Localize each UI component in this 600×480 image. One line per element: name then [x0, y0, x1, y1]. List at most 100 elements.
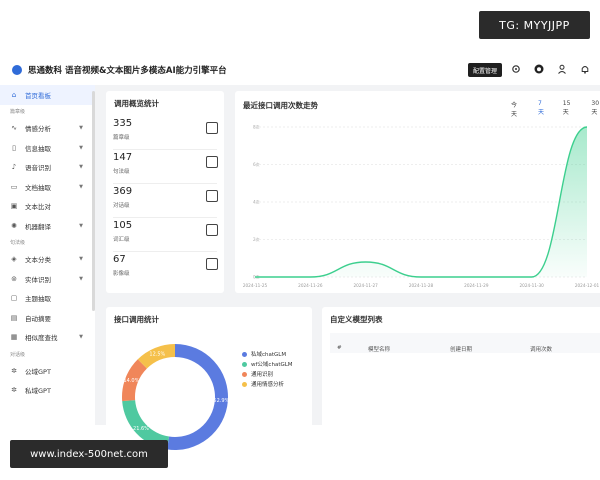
brand-title: 思通数科 语音视频&文本图片多模态AI能力引擎平台	[28, 66, 227, 76]
config-tooltip: 配置管理	[468, 63, 503, 77]
table-column-header[interactable]: #	[337, 345, 342, 351]
chevron-down-icon: ▼	[79, 222, 83, 229]
sidebar-item[interactable]: ▦ 相似度查找 ▼	[0, 328, 95, 348]
sidebar-item[interactable]: ✺ 机器翻译 ▼	[0, 216, 95, 236]
stat-divider	[113, 149, 217, 150]
top-bar: 思通数科 语音视频&文本图片多模态AI能力引擎平台 配置管理	[0, 55, 600, 85]
tag-icon	[206, 224, 218, 236]
app-window: 思通数科 语音视频&文本图片多模态AI能力引擎平台 配置管理 ⌂ 首页看板篇章级 ∿…	[0, 55, 600, 425]
stat-label: 词汇级	[113, 237, 130, 243]
y-tick-label: 8次	[253, 124, 260, 130]
sidebar-item-label: 公域GPT	[25, 367, 51, 376]
sidebar-item[interactable]: ▭ 文档抽取 ▼	[0, 177, 95, 197]
sidebar-item-label: 私域GPT	[25, 387, 51, 396]
stat-item: 369 对话级	[106, 186, 224, 221]
x-tick-label: 2024-11-26	[298, 283, 323, 288]
user-icon[interactable]	[557, 64, 567, 74]
summary-icon: ▤	[10, 313, 18, 322]
stat-item: 105 词汇级	[106, 220, 224, 255]
table-column-header[interactable]: 模型名称	[368, 345, 390, 353]
grid-icon: ▦	[10, 333, 18, 342]
sidebar-item-label: 情感分析	[25, 125, 51, 134]
sidebar-item[interactable]: ◈ 文本分类 ▼	[0, 250, 95, 270]
overview-card: 调用概览统计 335 篇章级 147 句法级 369 对话级 105 词汇级 67 影像级	[106, 91, 224, 293]
legend-item[interactable]: 私域chatGLM	[242, 349, 293, 359]
tg-watermark: TG: MYYJJPP	[479, 11, 590, 39]
table-column-header[interactable]: 创建日期	[450, 345, 472, 353]
legend-dot	[242, 351, 247, 357]
tag-icon: ⊚	[11, 274, 17, 283]
y-tick-label: 2次	[253, 236, 260, 242]
trend-card: 最近接口调用次数走势 今天 7天 15天 30天 8次 6次 4次 2次 0次 2024-11-…	[235, 91, 600, 293]
sidebar-item[interactable]: ▯ 信息抽取 ▼	[0, 138, 95, 158]
screenshot-page: 思通数科 语音视频&文本图片多模态AI能力引擎平台 配置管理 ⌂ 首页看板篇章级 ∿…	[0, 0, 600, 480]
sidebar-item-label: 文本比对	[25, 203, 51, 212]
legend-dot	[242, 371, 247, 377]
sidebar-item-label: 信息抽取	[25, 144, 51, 153]
custom-models-title: 自定义模型列表	[330, 315, 383, 324]
stat-divider	[113, 251, 217, 252]
x-tick-label: 2024-12-01	[575, 283, 600, 288]
custom-models-card: 自定义模型列表	[322, 307, 600, 425]
pulse-icon: ∿	[11, 124, 17, 133]
sidebar-group-label: 句法级	[10, 240, 26, 246]
chevron-down-icon: ▼	[79, 183, 83, 190]
legend-dot	[242, 381, 247, 387]
bell-icon[interactable]	[580, 64, 590, 74]
legend-item[interactable]: 通用情感分析	[242, 379, 293, 389]
stat-label: 篇章级	[113, 135, 130, 141]
sidebar-group-label: 对话级	[10, 351, 26, 358]
sidebar-item[interactable]: ⊚ 实体识别 ▼	[0, 269, 95, 289]
table-column-header[interactable]: 调用次数	[530, 345, 552, 353]
sidebar-item-label: 机器翻译	[25, 222, 51, 231]
legend-label: wf公域chatGLM	[251, 362, 293, 368]
y-tick-label: 4次	[253, 199, 260, 205]
doc-icon: ▭	[10, 182, 18, 191]
stat-label: 影像级	[113, 271, 130, 277]
sidebar-item-label: 首页看板	[25, 91, 51, 100]
x-tick-label: 2024-11-29	[464, 283, 489, 288]
sidebar-item-label: 相似度查找	[25, 334, 58, 343]
stat-item: 147 句法级	[106, 152, 224, 187]
legend-item[interactable]: 通用识别	[242, 369, 293, 379]
sidebar-item[interactable]: ✲ 公域GPT	[0, 361, 95, 381]
legend-label: 通用情感分析	[251, 382, 285, 388]
chevron-down-icon: ▼	[79, 144, 83, 151]
sidebar-scrollbar[interactable]	[92, 91, 95, 311]
sidebar-item-label: 语音识别	[25, 164, 51, 173]
sidebar-item[interactable]: ▤ 自动摘要	[0, 308, 95, 328]
sidebar-item[interactable]: ▢ 主题抽取	[0, 289, 95, 309]
chevron-down-icon: ▼	[79, 164, 83, 171]
stat-label: 句法级	[113, 169, 130, 175]
chat-icon	[206, 190, 218, 202]
sidebar-item[interactable]: ✲ 私域GPT	[0, 381, 95, 401]
sidebar-item-label: 文本分类	[25, 256, 51, 265]
file-icon	[206, 156, 218, 168]
settings-gear-icon[interactable]	[511, 64, 521, 74]
trend-chart: 8次6次4次2次0次2024-11-25 2024-11-26 2024-11-27…	[243, 124, 600, 289]
brand-logo-icon	[12, 65, 22, 75]
layers-icon: ◈	[11, 255, 17, 264]
sidebar-group-label: 篇章级	[10, 109, 26, 115]
cube-icon: ▢	[10, 294, 18, 303]
x-tick-label: 2024-11-28	[409, 283, 434, 288]
sidebar-item[interactable]: ▣ 文本比对	[0, 197, 95, 217]
legend-label: 私域chatGLM	[251, 352, 287, 358]
stat-item: 67 影像级	[106, 254, 224, 289]
stat-value: 369	[113, 186, 133, 197]
chevron-down-icon: ▼	[79, 334, 83, 341]
slice-label: 21.6%	[133, 426, 149, 432]
sidebar: ⌂ 首页看板 篇章级 ∿ 情感分析 ▼ ▯ 信息抽取 ▼ ♪ 语音识别 ▼ ▭ 文档抽取 ▼ ▣ 文本比对 ✺ 机器…	[0, 85, 95, 425]
sidebar-item[interactable]: ♪ 语音识别 ▼	[0, 158, 95, 178]
overview-title: 调用概览统计	[114, 99, 159, 108]
bookmark-icon: ▯	[12, 143, 16, 152]
stat-value: 105	[113, 220, 133, 231]
sidebar-item[interactable]: ∿ 情感分析 ▼	[0, 119, 95, 139]
sidebar-item[interactable]: ⌂ 首页看板	[0, 85, 95, 105]
github-icon[interactable]	[534, 64, 544, 74]
legend-item[interactable]: wf公域chatGLM	[242, 359, 293, 369]
sidebar-item-label: 主题抽取	[25, 295, 51, 304]
mic-icon: ♪	[11, 163, 17, 172]
stat-divider	[113, 183, 217, 184]
y-tick-label: 6次	[253, 161, 260, 167]
